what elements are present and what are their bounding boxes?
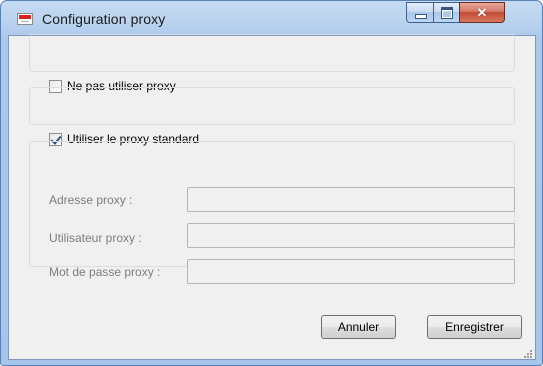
minimize-button[interactable] <box>406 2 433 23</box>
window-title: Configuration proxy <box>42 11 166 27</box>
cancel-button[interactable]: Annuler <box>321 315 396 339</box>
maximize-icon <box>441 7 453 19</box>
caption-buttons: ✕ <box>406 2 505 23</box>
proxy-address-field[interactable] <box>187 187 515 212</box>
proxy-password-field[interactable] <box>187 259 515 284</box>
proxy-address-label: Adresse proxy : <box>49 193 133 207</box>
proxy-user-field[interactable] <box>187 223 515 248</box>
resize-grip[interactable] <box>521 349 533 361</box>
standard-proxy-panel <box>29 87 515 125</box>
no-proxy-panel <box>29 34 515 72</box>
minimize-icon <box>415 14 427 19</box>
proxy-user-label: Utilisateur proxy : <box>49 231 142 245</box>
proxy-password-label: Mot de passe proxy : <box>49 265 161 279</box>
close-icon: ✕ <box>476 5 488 20</box>
maximize-button[interactable] <box>433 2 459 23</box>
proxy-config-window: Configuration proxy ✕ Ne pas utiliser pr… <box>0 0 543 366</box>
close-button[interactable]: ✕ <box>459 2 505 23</box>
proxy-config-app-icon <box>17 13 33 25</box>
save-button[interactable]: Enregistrer <box>427 315 522 339</box>
title-bar[interactable]: Configuration proxy ✕ <box>1 1 542 35</box>
